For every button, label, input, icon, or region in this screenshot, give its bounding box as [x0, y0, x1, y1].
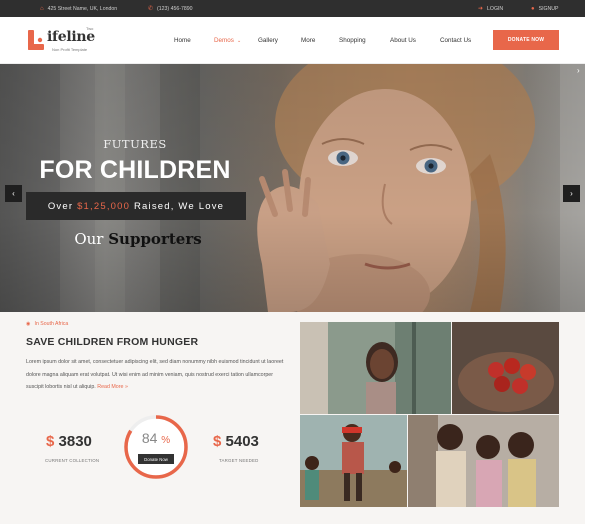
target-amount-value: 5403 — [225, 433, 259, 450]
hero-slider: FUTURES FOR CHILDREN Over $1,25,000 Rais… — [0, 64, 585, 312]
chevron-left-icon: ‹ — [12, 189, 15, 198]
raised-prefix: Over — [47, 200, 78, 212]
nav-demos-label: Demos — [214, 37, 234, 44]
gallery-photo-boys-running[interactable] — [300, 415, 407, 507]
location-text: In South Africa — [34, 321, 69, 327]
raised-suffix: Raised, We Love — [130, 200, 225, 212]
signup-label: SIGNUP — [538, 5, 559, 12]
progress-value: 84 — [141, 430, 158, 446]
progress-percent: 84 % — [122, 430, 190, 446]
site-logo[interactable]: ifeline Two Non Profit Template — [27, 26, 107, 56]
target-amount: $ 5403 — [213, 433, 259, 450]
nav-more-label: More — [301, 37, 316, 44]
progress-ring — [124, 415, 188, 479]
hero-raised-banner: Over $1,25,000 Raised, We Love — [26, 192, 246, 220]
donate-now-button[interactable]: DONATE NOW — [493, 30, 559, 50]
nav-about[interactable]: About Us — [390, 17, 416, 64]
target-label: TARGET NEEDED — [219, 458, 259, 463]
percent-sign: % — [161, 435, 171, 446]
currency-symbol: $ — [46, 433, 55, 450]
hero-kicker: FUTURES — [103, 137, 167, 151]
map-pin-icon: ◉ — [26, 321, 31, 327]
target-currency-symbol: $ — [213, 433, 222, 450]
logo-badge: Two — [86, 26, 94, 31]
nav-shopping[interactable]: Shopping — [339, 17, 366, 64]
gallery-image-1 — [300, 322, 451, 414]
cause-description: Lorem ipsum dolor sit amet, consectetuer… — [26, 356, 284, 394]
gallery-image-3 — [300, 415, 407, 507]
cause-body: Lorem ipsum dolor sit amet, consectetuer… — [26, 359, 284, 391]
hero-overlay — [0, 64, 585, 312]
logo-text: ifeline — [47, 29, 95, 45]
login-icon: ➜ — [478, 6, 484, 12]
nav-contact[interactable]: Contact Us — [440, 17, 471, 64]
nav-gallery-label: Gallery — [258, 37, 278, 44]
gallery-image-2 — [452, 322, 559, 414]
current-amount-value: 3830 — [58, 433, 92, 450]
nav-contact-label: Contact Us — [440, 37, 472, 44]
nav-more[interactable]: More — [301, 17, 315, 64]
top-bar: ⌂ 425 Street Name, UK, London ✆ (123) 45… — [0, 0, 585, 17]
nav-about-label: About Us — [390, 37, 416, 44]
gallery-image-4 — [408, 415, 559, 507]
signup-link[interactable]: ● SIGNUP — [531, 0, 559, 17]
slider-prev-button[interactable]: ‹ — [5, 185, 22, 202]
home-icon: ⌂ — [40, 5, 44, 12]
login-label: LOGIN — [487, 5, 504, 12]
gallery-photo-tomatoes[interactable] — [452, 322, 559, 414]
hero-headline: FOR CHILDREN — [39, 156, 231, 184]
gallery-photo-girls[interactable] — [408, 415, 559, 507]
supporters-bold: Supporters — [108, 230, 202, 248]
gauge-donate-button[interactable]: Donate Now — [138, 454, 174, 464]
address-item: ⌂ 425 Street Name, UK, London — [40, 0, 117, 17]
nav-demos[interactable]: Demos ⌄ — [214, 17, 241, 64]
phone-icon: ✆ — [148, 6, 154, 12]
supporters-prefix: Our — [74, 230, 109, 248]
slider-next-button[interactable]: › — [563, 185, 580, 202]
site-header: ifeline Two Non Profit Template Home Dem… — [0, 17, 585, 64]
logo-mark-icon — [28, 30, 44, 50]
raised-amount: $1,25,000 — [77, 200, 131, 212]
address-text: 425 Street Name, UK, London — [47, 5, 118, 12]
cause-title: SAVE CHILDREN FROM HUNGER — [26, 336, 199, 348]
nav-home[interactable]: Home — [174, 17, 191, 64]
nav-home-label: Home — [174, 37, 191, 44]
chevron-down-icon: ⌄ — [236, 37, 242, 44]
cause-section: ◉ In South Africa SAVE CHILDREN FROM HUN… — [0, 312, 585, 524]
edge-chevron-icon[interactable]: › — [577, 66, 580, 75]
cause-location: ◉ In South Africa — [26, 321, 68, 327]
current-amount: $ 3830 — [46, 433, 92, 450]
phone-text: (123) 456-7890 — [157, 5, 193, 12]
read-more-link[interactable]: Read More » — [97, 384, 128, 390]
nav-gallery[interactable]: Gallery — [258, 17, 278, 64]
phone-item: ✆ (123) 456-7890 — [148, 0, 193, 17]
hero-supporters: Our Supporters — [0, 230, 276, 248]
chevron-right-icon: › — [570, 189, 573, 198]
login-link[interactable]: ➜ LOGIN — [478, 0, 503, 17]
current-label: CURRENT COLLECTION — [45, 458, 100, 463]
nav-shopping-label: Shopping — [339, 37, 366, 44]
user-icon: ● — [531, 5, 535, 12]
logo-tagline: Non Profit Template — [52, 47, 88, 52]
gallery-photo-girl-wall[interactable] — [300, 322, 451, 414]
